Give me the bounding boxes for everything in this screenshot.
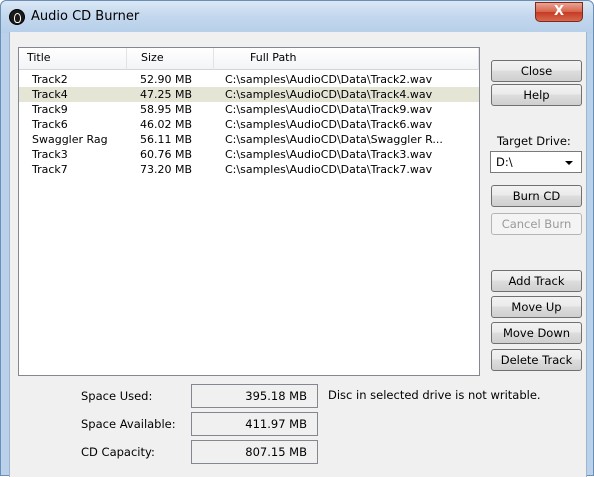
column-header-full-path[interactable]: Full Path [214,48,479,70]
track-title-cell: Track6 [32,118,68,131]
title-bar[interactable]: Audio CD Burner X [1,1,593,33]
track-list[interactable]: Title Size Full Path Track2 52.90 MB C:\sa… [18,47,480,376]
track-title-cell: Track3 [32,148,68,161]
track-size-cell: 46.02 MB [140,118,193,131]
track-list-header: Title Size Full Path [19,48,479,70]
window-close-button[interactable]: X [535,2,583,22]
target-drive-value: D:\ [496,155,513,169]
track-size-cell: 60.76 MB [140,148,193,161]
track-path-cell: C:\samples\AudioCD\Data\Swaggler R... [225,133,443,146]
column-header-title[interactable]: Title [19,48,127,70]
track-size-cell: 73.20 MB [140,163,193,176]
track-title-cell: Track9 [32,103,68,116]
space-used-label: Space Used: [81,389,153,403]
space-available-label: Space Available: [81,417,176,431]
space-available-value: 411.97 MB [191,412,318,436]
table-row[interactable]: Track9 58.95 MB C:\samples\AudioCD\Data\Tr… [19,102,479,117]
column-header-size[interactable]: Size [127,48,214,70]
move-down-button[interactable]: Move Down [491,322,582,344]
cd-capacity-label: CD Capacity: [81,445,155,459]
track-path-cell: C:\samples\AudioCD\Data\Track3.wav [225,148,433,161]
table-row[interactable]: Track4 47.25 MB C:\samples\AudioCD\Data\Tr… [19,87,479,102]
help-button[interactable]: Help [491,84,582,106]
track-title-cell: Swaggler Rag [32,133,108,146]
track-size-cell: 56.11 MB [140,133,193,146]
track-list-rows: Track2 52.90 MB C:\samples\AudioCD\Data\Tr… [19,72,479,177]
table-row[interactable]: Track7 73.20 MB C:\samples\AudioCD\Data\Tr… [19,162,479,177]
table-row[interactable]: Track6 46.02 MB C:\samples\AudioCD\Data\Tr… [19,117,479,132]
track-title-cell: Track4 [32,88,68,101]
status-message: Disc in selected drive is not writable. [328,388,541,402]
delete-track-button[interactable]: Delete Track [491,349,582,371]
track-path-cell: C:\samples\AudioCD\Data\Track9.wav [225,103,433,116]
chevron-down-icon [565,161,573,165]
track-title-cell: Track2 [32,73,68,86]
track-title-cell: Track7 [32,163,68,176]
track-path-cell: C:\samples\AudioCD\Data\Track7.wav [225,163,433,176]
burn-cd-button[interactable]: Burn CD [491,185,582,207]
table-row[interactable]: Swaggler Rag 56.11 MB C:\samples\AudioCD\D… [19,132,479,147]
cd-capacity-value: 807.15 MB [191,440,318,464]
track-path-cell: C:\samples\AudioCD\Data\Track4.wav [225,88,433,101]
track-size-cell: 58.95 MB [140,103,193,116]
table-row[interactable]: Track3 60.76 MB C:\samples\AudioCD\Data\Tr… [19,147,479,162]
track-path-cell: C:\samples\AudioCD\Data\Track6.wav [225,118,433,131]
close-button[interactable]: Close [491,60,582,82]
audio-cd-icon [9,9,25,25]
track-size-cell: 52.90 MB [140,73,193,86]
move-up-button[interactable]: Move Up [491,296,582,318]
track-path-cell: C:\samples\AudioCD\Data\Track2.wav [225,73,433,86]
cancel-burn-button[interactable]: Cancel Burn [491,213,582,235]
target-drive-select[interactable]: D:\ [490,151,582,173]
window-title: Audio CD Burner [31,9,140,24]
space-used-value: 395.18 MB [191,384,318,408]
track-size-cell: 47.25 MB [140,88,193,101]
table-row[interactable]: Track2 52.90 MB C:\samples\AudioCD\Data\Tr… [19,72,479,87]
target-drive-label: Target Drive: [497,134,571,148]
add-track-button[interactable]: Add Track [491,270,582,292]
